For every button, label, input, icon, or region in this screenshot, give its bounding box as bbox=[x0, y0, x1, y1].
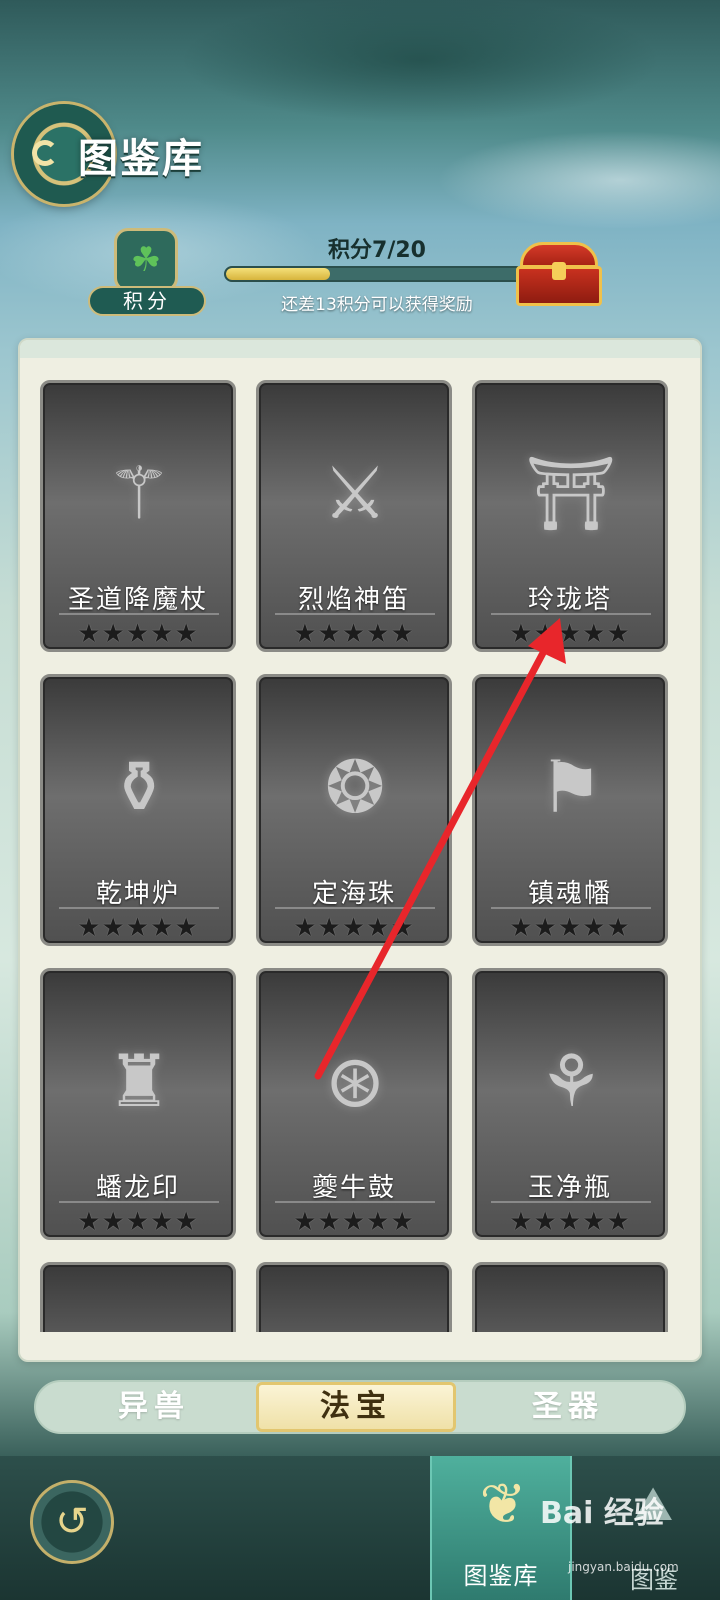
treasure-card[interactable] bbox=[40, 1262, 236, 1332]
treasure-card[interactable] bbox=[472, 1262, 668, 1332]
treasure-card-name: 夔牛鼓 bbox=[311, 1173, 396, 1203]
swirl-back-icon: ↺ bbox=[55, 1499, 89, 1545]
vase-icon: ⚘ bbox=[538, 1039, 604, 1123]
treasure-card[interactable]: ⚔ 烈焰神笛 ★★★★★ bbox=[256, 380, 452, 652]
treasure-card[interactable]: ♜ 蟠龙印 ★★★★★ bbox=[40, 968, 236, 1240]
treasure-card-name: 烈焰神笛 bbox=[297, 585, 410, 615]
card-divider bbox=[275, 613, 435, 615]
score-badge-label: 积分 bbox=[88, 286, 206, 316]
watermark-logo: Bai 经验 bbox=[540, 1496, 664, 1531]
tab-treasures[interactable]: 法宝 bbox=[256, 1382, 456, 1432]
star-rating: ★★★★★ bbox=[509, 1207, 631, 1237]
staff-icon: ⚚ bbox=[106, 451, 172, 535]
tab-beasts[interactable]: 异兽 bbox=[54, 1382, 254, 1432]
star-rating: ★★★★★ bbox=[77, 619, 199, 649]
treasure-card[interactable]: ⊛ 夔牛鼓 ★★★★★ bbox=[256, 968, 452, 1240]
furnace-icon: ⚱ bbox=[108, 745, 170, 829]
pearl-icon: ❂ bbox=[324, 745, 386, 829]
card-divider bbox=[59, 613, 219, 615]
collection-panel: ⚚ 圣道降魔杖 ★★★★★ ⚔ 烈焰神笛 ★★★★★ ⛩ 玲珑塔 ★★★★★ ⚱ 乾坤炉 ★★★★★ ❂… bbox=[18, 338, 702, 1362]
treasure-card-name: 玲珑塔 bbox=[527, 585, 612, 615]
treasure-card[interactable] bbox=[256, 1262, 452, 1332]
card-divider bbox=[59, 907, 219, 909]
card-divider bbox=[491, 1201, 651, 1203]
score-progress-hint: 还差13积分可以获得奖励 bbox=[281, 295, 473, 315]
star-rating: ★★★★★ bbox=[77, 1207, 199, 1237]
treasure-card-name: 玉净瓶 bbox=[527, 1173, 612, 1203]
treasure-card[interactable]: ⚱ 乾坤炉 ★★★★★ bbox=[40, 674, 236, 946]
score-progress-fill bbox=[226, 268, 330, 280]
tab-sacred-artifacts[interactable]: 圣器 bbox=[468, 1382, 668, 1432]
treasure-card-name: 乾坤炉 bbox=[95, 879, 180, 909]
treasure-card[interactable]: ❂ 定海珠 ★★★★★ bbox=[256, 674, 452, 946]
star-rating: ★★★★★ bbox=[293, 1207, 415, 1237]
watermark-url: jingyan.baidu.com bbox=[568, 1560, 679, 1574]
page-header: 图鉴库 bbox=[14, 104, 244, 204]
card-divider bbox=[59, 1201, 219, 1203]
star-rating: ★★★★★ bbox=[77, 913, 199, 943]
card-divider bbox=[275, 907, 435, 909]
treasure-chest-icon[interactable] bbox=[516, 242, 602, 306]
card-divider bbox=[275, 1201, 435, 1203]
star-rating: ★★★★★ bbox=[293, 913, 415, 943]
star-rating: ★★★★★ bbox=[293, 619, 415, 649]
drum-icon: ⊛ bbox=[324, 1039, 386, 1123]
page-title: 图鉴库 bbox=[78, 135, 204, 182]
treasure-card-name: 定海珠 bbox=[311, 879, 396, 909]
score-progress-title: 积分7/20 bbox=[328, 238, 426, 263]
treasure-card-name: 蟠龙印 bbox=[95, 1173, 180, 1203]
score-progress-bar bbox=[224, 266, 524, 282]
treasure-card[interactable]: ⛩ 玲珑塔 ★★★★★ bbox=[472, 380, 668, 652]
back-button[interactable]: ↺ bbox=[30, 1480, 114, 1564]
treasure-card[interactable]: ⚘ 玉净瓶 ★★★★★ bbox=[472, 968, 668, 1240]
treasure-card-name: 镇魂幡 bbox=[527, 879, 612, 909]
dragon-seal-icon: ♜ bbox=[106, 1039, 172, 1123]
clover-icon: ☘ bbox=[114, 228, 178, 292]
flute-icon: ⚔ bbox=[322, 451, 388, 535]
pagoda-icon: ⛩ bbox=[525, 451, 617, 535]
star-rating: ★★★★★ bbox=[509, 619, 631, 649]
card-divider bbox=[491, 613, 651, 615]
card-grid: ⚚ 圣道降魔杖 ★★★★★ ⚔ 烈焰神笛 ★★★★★ ⛩ 玲珑塔 ★★★★★ ⚱ 乾坤炉 ★★★★★ ❂… bbox=[40, 380, 688, 1332]
card-divider bbox=[491, 907, 651, 909]
banner-icon: ⚑ bbox=[538, 745, 604, 829]
star-rating: ★★★★★ bbox=[509, 913, 631, 943]
score-badge[interactable]: ☘ 积分 bbox=[88, 228, 206, 320]
nav-item-collection-label: 图鉴库 bbox=[463, 1562, 539, 1590]
treasure-card-name: 圣道降魔杖 bbox=[67, 585, 208, 615]
phoenix-icon: ❦ bbox=[479, 1472, 527, 1537]
treasure-card[interactable]: ⚑ 镇魂幡 ★★★★★ bbox=[472, 674, 668, 946]
treasure-card[interactable]: ⚚ 圣道降魔杖 ★★★★★ bbox=[40, 380, 236, 652]
category-tabs: 异兽 法宝 圣器 bbox=[34, 1380, 686, 1434]
